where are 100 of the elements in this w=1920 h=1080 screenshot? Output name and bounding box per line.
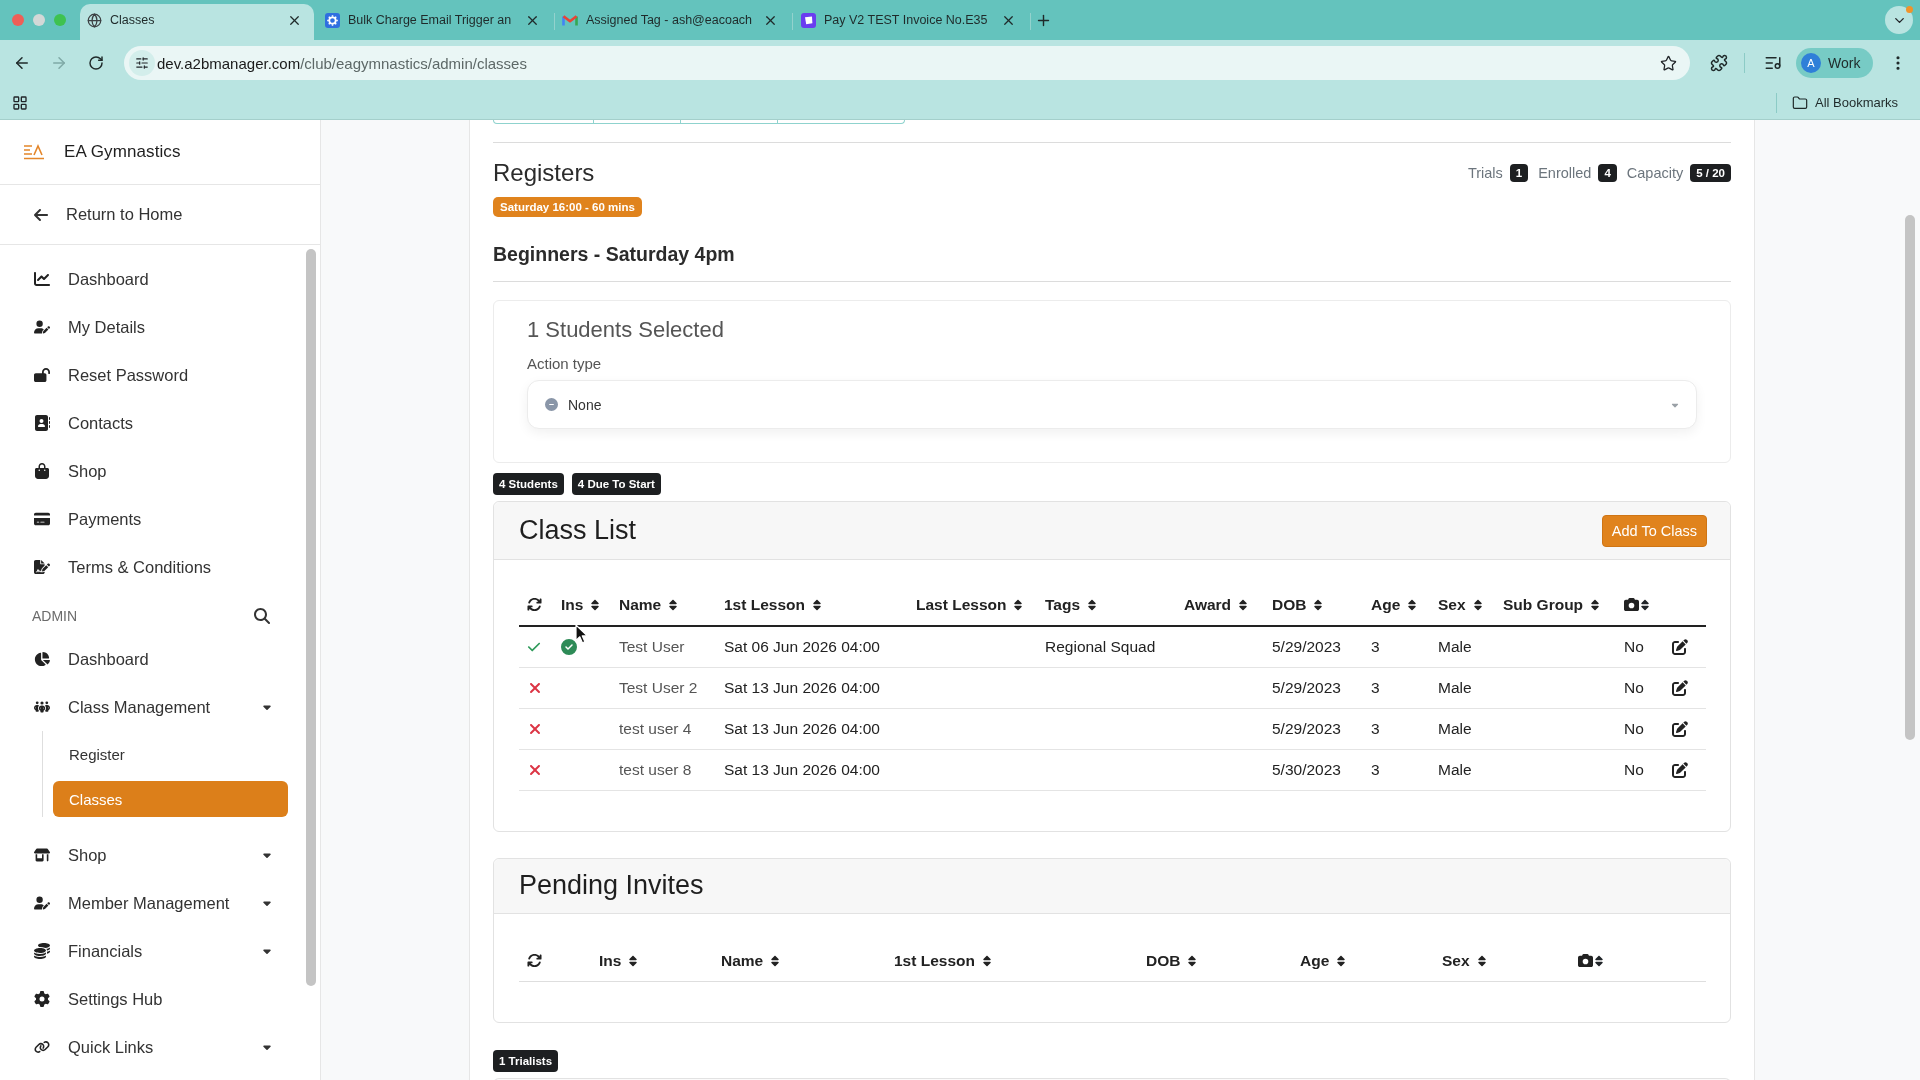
column-header[interactable]: Ins	[561, 595, 602, 614]
column-header[interactable]: Award	[1184, 595, 1250, 614]
column-header[interactable]: Sub Group	[1503, 595, 1602, 614]
all-bookmarks-button[interactable]: All Bookmarks	[1792, 94, 1899, 111]
sort-icon[interactable]	[1475, 954, 1488, 967]
browser-tab[interactable]: Assigned Tag - ash@eacoach	[556, 4, 790, 40]
sidebar-item[interactable]: Reset Password	[0, 351, 306, 399]
sidebar-item[interactable]: Settings Hub	[0, 975, 306, 1023]
coins-icon	[34, 943, 50, 959]
sort-icon[interactable]	[1335, 954, 1348, 967]
back-icon[interactable]	[13, 54, 31, 72]
storefront-icon	[34, 847, 50, 863]
scrollbar-thumb[interactable]	[306, 249, 316, 986]
sidebar-item[interactable]: Shop	[0, 831, 306, 879]
sort-icon[interactable]	[1471, 598, 1484, 611]
sort-icon[interactable]	[1589, 598, 1602, 611]
table-cell: test user 8	[611, 749, 716, 790]
column-header[interactable]: Last Lesson	[916, 595, 1025, 614]
column-header[interactable]: Tags	[1045, 595, 1099, 614]
address-bar[interactable]: dev.a2bmanager.com/club/eagymnastics/admin/classes	[124, 46, 1690, 80]
browser-tab[interactable]: Classes	[80, 4, 314, 40]
table-cell: Male	[1430, 749, 1495, 790]
table-cell: 3	[1363, 626, 1430, 667]
puzzle-icon[interactable]	[1710, 54, 1728, 72]
sort-icon[interactable]	[1186, 954, 1199, 967]
sidebar-item[interactable]: Quick Links	[0, 1023, 306, 1071]
column-header[interactable]: Sex	[1438, 595, 1484, 614]
sort-icon[interactable]	[1012, 598, 1025, 611]
browser-tab[interactable]: Pay V2 TEST Invoice No.E35	[794, 4, 1028, 40]
column-header[interactable]: Age	[1300, 951, 1348, 970]
sidebar-item[interactable]: Financials	[0, 927, 306, 975]
count-badge: 1 Trialists	[493, 1050, 559, 1072]
star-icon[interactable]	[1660, 54, 1677, 72]
pie-chart-icon	[34, 651, 50, 667]
sort-icon[interactable]	[811, 598, 823, 611]
sidebar-item[interactable]: My Details	[0, 303, 306, 351]
globe-icon	[86, 12, 102, 28]
column-header[interactable]: 1st Lesson	[894, 951, 993, 970]
action-type-select[interactable]: None	[527, 380, 1697, 429]
refresh-icon[interactable]	[527, 597, 542, 612]
user-pen-icon	[34, 319, 50, 335]
contact-book-icon	[34, 415, 50, 431]
column-header[interactable]: Name	[721, 951, 782, 970]
scrollbar-thumb[interactable]	[1905, 215, 1915, 740]
sort-icon[interactable]	[769, 954, 782, 967]
column-header[interactable]: DOB	[1146, 951, 1199, 970]
count-badge: 1	[1509, 164, 1529, 182]
edit-icon[interactable]	[1672, 679, 1688, 696]
stat-label: Trials	[1467, 165, 1503, 181]
search-icon[interactable]	[254, 608, 270, 624]
sort-icon[interactable]	[627, 954, 640, 967]
sliders-icon[interactable]	[135, 56, 149, 70]
sort-icon[interactable]	[589, 598, 602, 611]
sort-icon[interactable]	[1593, 954, 1605, 967]
column-header[interactable]: Name	[619, 595, 680, 614]
sidebar-item[interactable]: Contacts	[0, 399, 306, 447]
sidebar-item[interactable]: Payments	[0, 495, 306, 543]
profile-button[interactable]: A Work	[1796, 48, 1873, 78]
sidebar-subitem[interactable]: Register	[53, 731, 288, 777]
table-cell: No	[1616, 667, 1664, 708]
mail-icon	[562, 14, 578, 26]
credit-card-icon	[34, 511, 50, 527]
browser-tab[interactable]: Bulk Charge Email Trigger an	[318, 4, 552, 40]
page-title: Registers	[493, 159, 595, 187]
camera-icon	[1578, 953, 1593, 969]
column-header[interactable]: Sex	[1442, 951, 1488, 970]
sort-icon[interactable]	[1406, 598, 1419, 611]
column-header[interactable]: 1st Lesson	[724, 595, 823, 614]
sort-icon[interactable]	[1639, 598, 1651, 611]
apps-grid-icon[interactable]	[12, 94, 28, 111]
edit-icon[interactable]	[1672, 638, 1688, 655]
sort-icon[interactable]	[1237, 598, 1250, 611]
column-header[interactable]: Age	[1371, 595, 1419, 614]
sidebar-item[interactable]: Dashboard	[0, 255, 306, 303]
reload-icon[interactable]	[88, 55, 104, 71]
sidebar-item[interactable]: Terms & Conditions	[0, 543, 306, 591]
people-icon	[34, 699, 50, 715]
media-list-icon[interactable]	[1764, 54, 1782, 72]
note-tile-icon	[800, 12, 816, 28]
refresh-icon[interactable]	[527, 953, 542, 969]
return-home-link[interactable]: Return to Home	[0, 185, 320, 245]
sidebar-item[interactable]: Class Management	[0, 683, 306, 731]
table-cell: Sat 06 Jun 2026 04:00	[716, 626, 908, 667]
table-cell: 5/30/2023	[1264, 749, 1363, 790]
sidebar-item[interactable]: Dashboard	[0, 635, 306, 683]
sort-icon[interactable]	[1312, 598, 1325, 611]
section-label: ADMIN	[32, 608, 78, 624]
sort-icon[interactable]	[981, 954, 993, 967]
column-header[interactable]: Ins	[599, 951, 640, 970]
sidebar-item[interactable]: Member Management	[0, 879, 306, 927]
signed-document-icon	[34, 559, 50, 575]
table-cell: No	[1616, 708, 1664, 749]
edit-icon[interactable]	[1672, 720, 1688, 737]
edit-icon[interactable]	[1672, 761, 1688, 778]
column-header[interactable]: DOB	[1272, 595, 1325, 614]
sort-icon[interactable]	[1086, 598, 1099, 611]
sort-icon[interactable]	[667, 598, 680, 611]
table-cell: 5/29/2023	[1264, 626, 1363, 667]
user-pen-icon	[34, 895, 50, 911]
sidebar-item[interactable]: Shop	[0, 447, 306, 495]
